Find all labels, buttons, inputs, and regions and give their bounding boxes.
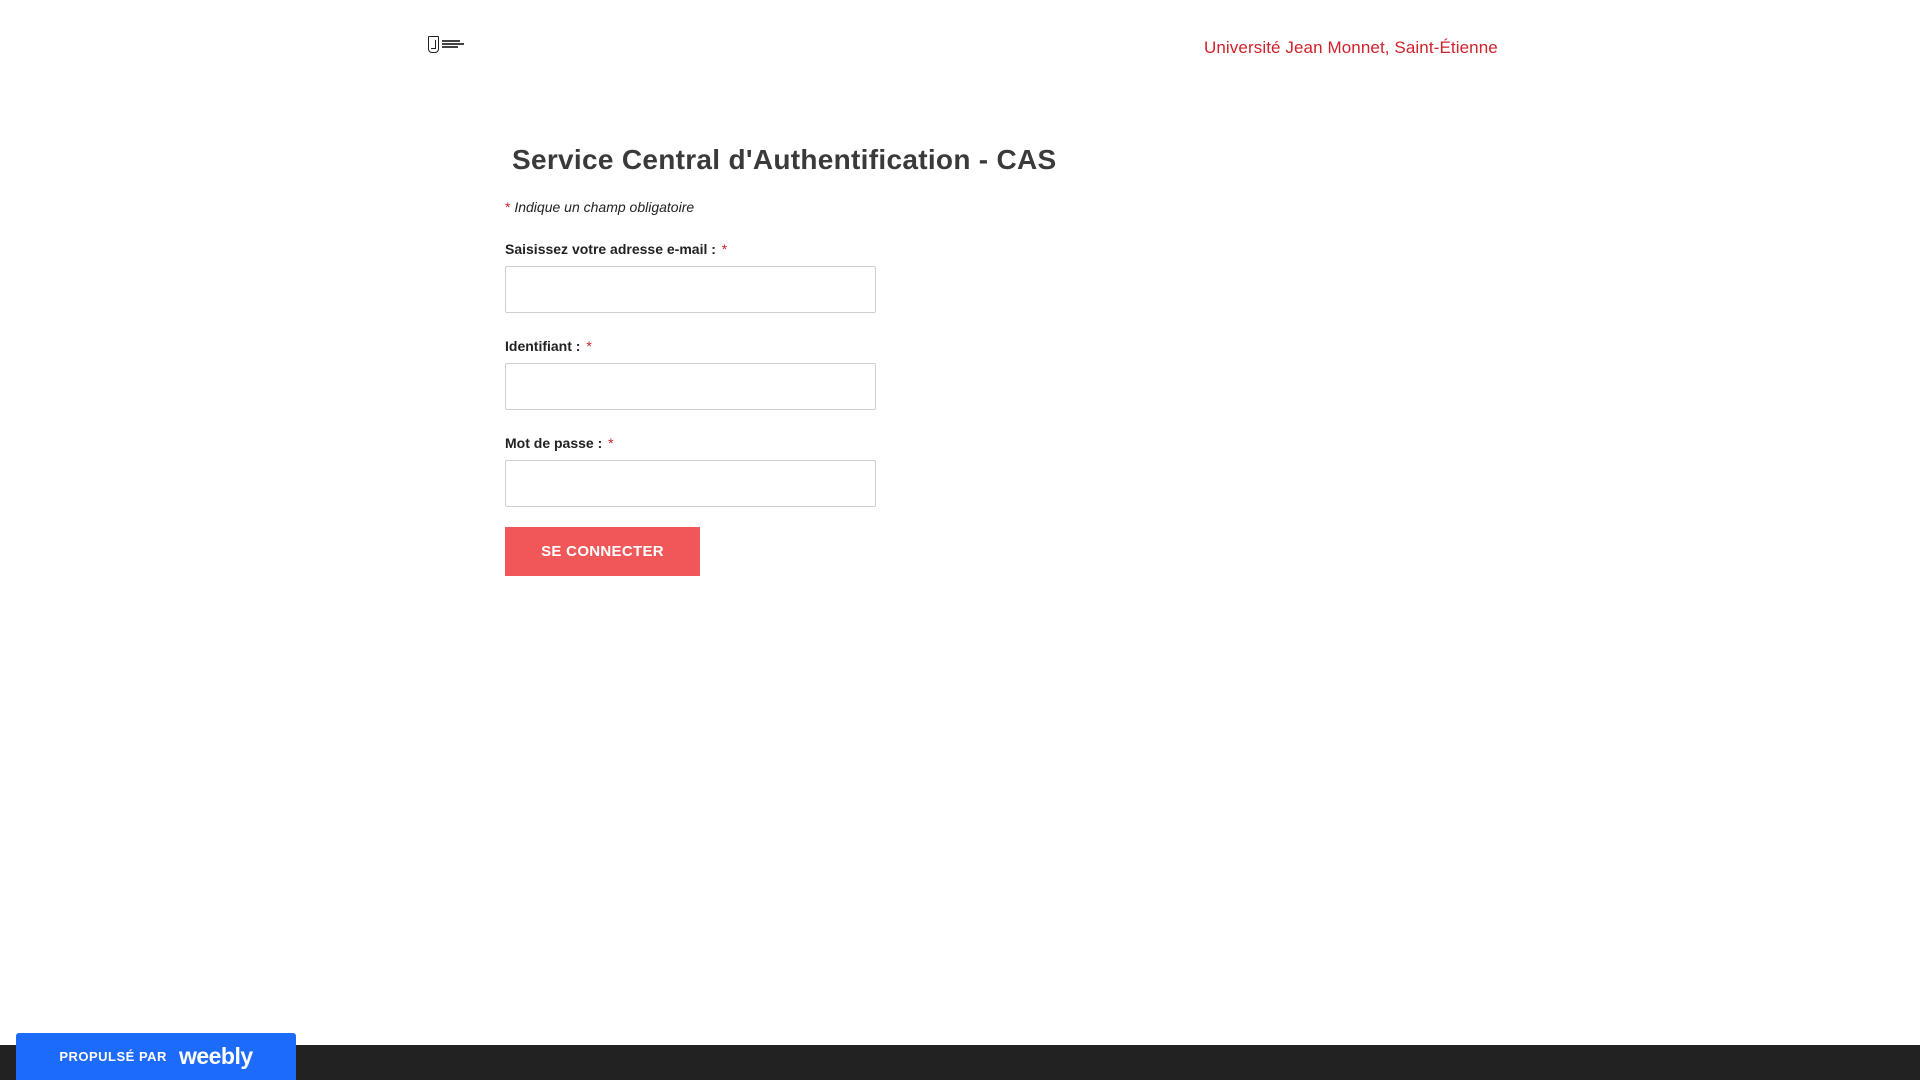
email-field[interactable] (505, 266, 876, 313)
required-asterisk: * (721, 241, 728, 257)
password-label-text: Mot de passe : (505, 435, 603, 451)
password-field[interactable] (505, 460, 876, 507)
required-asterisk: * (608, 435, 614, 451)
required-asterisk: * (586, 338, 592, 354)
university-logo-icon[interactable] (428, 34, 468, 54)
username-field-group: Identifiant : * (505, 337, 1205, 410)
weebly-logo: weebly (178, 1043, 253, 1069)
login-button[interactable]: Se connecter (505, 527, 700, 576)
email-label-text: Saisissez votre adresse e-mail : (505, 241, 716, 257)
site-title-link[interactable]: Université Jean Monnet, Saint-Étienne (1204, 38, 1498, 58)
username-label-text: Identifiant : (505, 338, 581, 354)
username-field-label: Identifiant : * (505, 337, 1205, 355)
login-form: Service Central d'Authentification - CAS… (505, 140, 1205, 576)
password-field-label: Mot de passe : * (505, 434, 1205, 452)
logo-wordmark (442, 40, 464, 48)
required-note-text: Indique un champ obligatoire (514, 199, 695, 215)
header: Université Jean Monnet, Saint-Étienne (0, 0, 1920, 100)
page: Université Jean Monnet, Saint-Étienne Se… (0, 0, 1920, 1080)
logo-mark-icon (428, 35, 439, 53)
page-title: Service Central d'Authentification - CAS (512, 144, 1057, 175)
password-field-group: Mot de passe : * (505, 434, 1205, 507)
required-asterisk: * (505, 199, 511, 215)
powered-by-label: PROPULSÉ PAR (59, 1049, 167, 1064)
email-field-label: Saisissez votre adresse e-mail : * (505, 240, 1205, 258)
username-field[interactable] (505, 363, 876, 410)
weebly-badge-link[interactable]: PROPULSÉ PAR weebly (16, 1033, 296, 1080)
required-note: * Indique un champ obligatoire (505, 198, 1205, 216)
email-field-group: Saisissez votre adresse e-mail : * (505, 240, 1205, 313)
